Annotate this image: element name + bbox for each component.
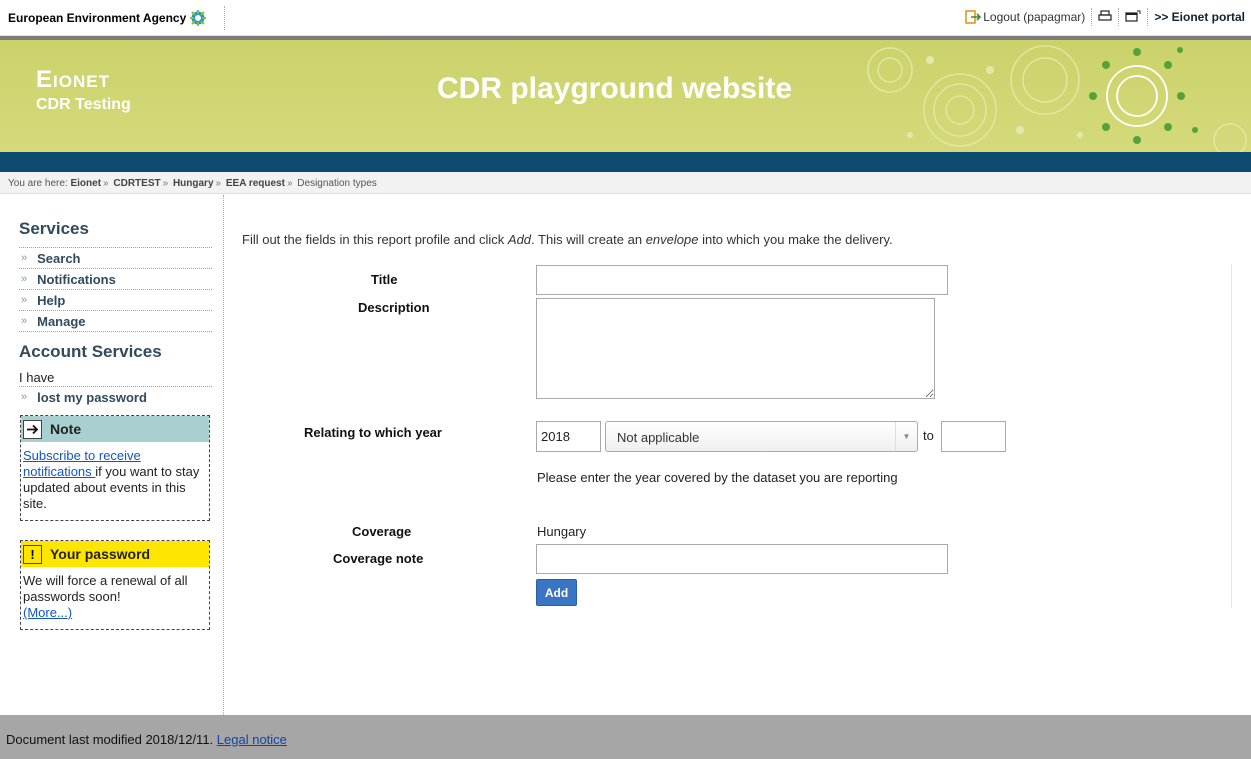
period-select[interactable]: Not applicable ▼ <box>605 421 918 452</box>
to-label: to <box>923 428 934 443</box>
arrow-right-icon <box>23 419 42 439</box>
coverage-label: Coverage <box>352 524 412 539</box>
sidebar-item-help[interactable]: » Help <box>19 289 212 310</box>
title-input[interactable] <box>536 265 948 295</box>
i-have-label: I have <box>19 370 55 385</box>
password-header: ! Your password <box>21 541 209 567</box>
password-box: ! Your password We will force a renewal … <box>20 540 210 630</box>
site-brand[interactable]: Eionet CDR Testing <box>36 66 131 114</box>
divider <box>1231 264 1232 608</box>
eea-logo-icon <box>190 10 207 26</box>
site-title: CDR playground website <box>437 72 793 105</box>
description-textarea[interactable] <box>536 298 935 399</box>
coverage-note-input[interactable] <box>536 544 948 574</box>
exclamation-icon: ! <box>23 544 42 564</box>
agency-name[interactable]: European Environment Agency <box>8 10 207 26</box>
coverage-value: Hungary <box>537 524 587 539</box>
footer: Document last modified 2018/12/11. Legal… <box>0 715 1251 759</box>
sidebar-item-lost-password[interactable]: » lost my password <box>19 386 212 407</box>
decorative-circles-icon <box>867 45 1247 152</box>
nav-stripe <box>0 152 1251 172</box>
password-body: We will force a renewal of all passwords… <box>23 573 188 620</box>
coverage-note-label: Coverage note <box>333 551 424 566</box>
year-from-input[interactable] <box>536 421 601 452</box>
breadcrumb-item-eionet[interactable]: Eionet <box>70 178 101 189</box>
divider <box>224 6 225 30</box>
description-label: Description <box>358 300 430 315</box>
header-banner: Eionet CDR Testing CDR playground websit… <box>0 36 1251 152</box>
eionet-portal-link[interactable]: >> Eionet portal <box>1154 10 1245 24</box>
sidebar-item-manage[interactable]: » Manage <box>19 310 212 331</box>
chevron-down-icon: ▼ <box>895 422 917 451</box>
sidebar-item-search[interactable]: » Search <box>19 247 212 268</box>
breadcrumb-item-designation-types: Designation types <box>297 178 377 189</box>
account-menu: » lost my password <box>19 386 212 407</box>
breadcrumb-item-cdrtest[interactable]: CDRTEST <box>113 178 160 189</box>
breadcrumb-item-hungary[interactable]: Hungary <box>173 178 214 189</box>
add-button[interactable]: Add <box>536 579 577 606</box>
brand-cdr-testing: CDR Testing <box>36 96 131 113</box>
print-icon[interactable] <box>1098 9 1112 25</box>
note-box: Note Subscribe to receive notifications … <box>20 415 210 521</box>
year-to-input[interactable] <box>941 421 1006 452</box>
title-label: Title <box>371 272 398 287</box>
fullscreen-icon[interactable] <box>1125 10 1141 25</box>
top-links: Logout (papagmar) >> Eionet portal <box>965 8 1245 26</box>
more-link[interactable]: (More...) <box>23 605 72 620</box>
services-menu: » Search » Notifications » Help » Manage <box>19 247 212 332</box>
sidebar-item-notifications[interactable]: » Notifications <box>19 268 212 289</box>
top-bar: European Environment Agency Logout (papa… <box>0 0 1251 36</box>
legal-notice-link[interactable]: Legal notice <box>217 732 287 747</box>
services-title: Services <box>19 219 89 238</box>
note-body: Subscribe to receive notifications if yo… <box>23 448 200 511</box>
year-hint: Please enter the year covered by the dat… <box>537 470 898 485</box>
note-header: Note <box>21 416 209 442</box>
brand-eionet: Eionet <box>36 66 110 93</box>
year-label: Relating to which year <box>304 425 442 440</box>
logout-link[interactable]: Logout (papagmar) <box>965 10 1085 24</box>
logout-icon <box>965 10 982 24</box>
left-sidebar: Services » Search » Notifications » Help » M… <box>0 195 224 715</box>
breadcrumb-item-eea-request[interactable]: EEA request <box>226 178 285 189</box>
account-services-title: Account Services <box>19 342 162 361</box>
breadcrumb: You are here: Eionet» CDRTEST» Hungary» … <box>0 172 1251 194</box>
form-intro: Fill out the fields in this report profi… <box>242 232 893 247</box>
